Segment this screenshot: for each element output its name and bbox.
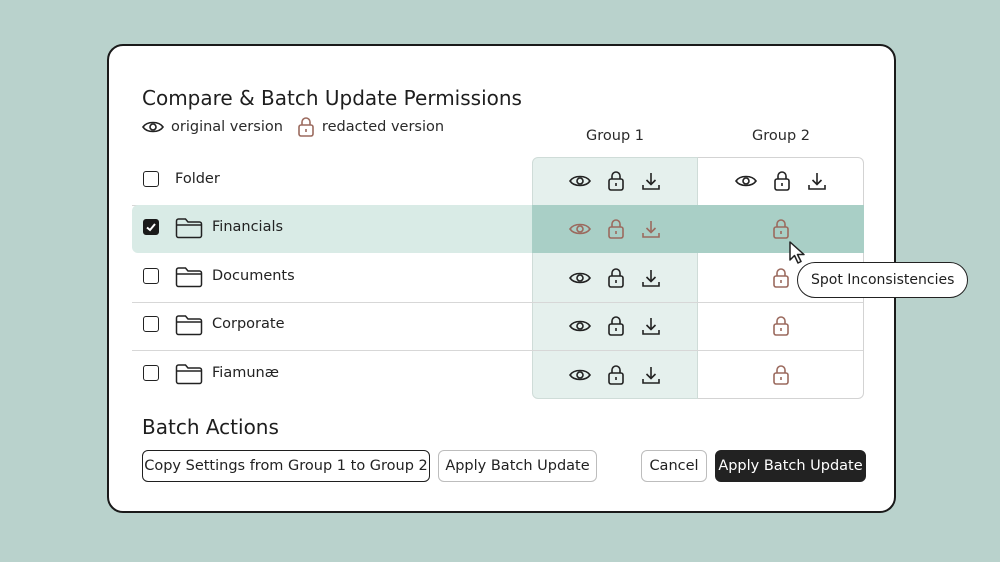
group2-cell-selected (698, 205, 864, 253)
permissions-dialog: Compare & Batch Update Permissions origi… (107, 44, 896, 513)
apply-batch-update-button[interactable]: Apply Batch Update (715, 450, 866, 482)
group1-cell-selected (532, 205, 698, 253)
lock-icon[interactable] (607, 218, 625, 240)
legend-original-label: original version (171, 119, 283, 135)
row-label: Fiamunæ (212, 365, 279, 381)
dialog-title: Compare & Batch Update Permissions (142, 86, 522, 110)
row-checkbox[interactable] (143, 268, 159, 284)
lock-icon[interactable] (773, 170, 791, 192)
lock-icon[interactable] (772, 315, 790, 337)
cancel-button[interactable]: Cancel (641, 450, 707, 482)
folder-icon (175, 315, 203, 336)
download-icon[interactable] (641, 268, 661, 288)
eye-icon[interactable] (735, 174, 757, 188)
download-icon[interactable] (807, 171, 827, 191)
eye-icon[interactable] (569, 271, 591, 285)
row-checkbox[interactable] (143, 171, 159, 187)
folder-icon (175, 267, 203, 288)
lock-icon (298, 117, 314, 137)
folder-icon (175, 218, 203, 239)
lock-icon[interactable] (772, 364, 790, 386)
lock-icon[interactable] (772, 267, 790, 289)
folder-icon (175, 364, 203, 385)
group1-cell (532, 302, 698, 350)
eye-icon (142, 121, 164, 133)
apply-batch-update-secondary-button[interactable]: Apply Batch Update (438, 450, 597, 482)
group1-cell (532, 351, 698, 399)
group2-header: Group 2 (752, 128, 810, 144)
lock-icon[interactable] (772, 218, 790, 240)
legend-redacted-label: redacted version (321, 119, 445, 135)
lock-icon[interactable] (607, 267, 625, 289)
row-label: Documents (212, 268, 295, 284)
group1-cell (532, 157, 698, 205)
copy-settings-button[interactable]: Copy Settings from Group 1 to Group 2 (142, 450, 430, 482)
row-label: Financials (212, 219, 284, 235)
batch-actions-title: Batch Actions (142, 415, 279, 439)
eye-icon[interactable] (569, 174, 591, 188)
eye-icon[interactable] (569, 368, 591, 382)
row-checkbox[interactable] (143, 365, 159, 381)
download-icon[interactable] (641, 171, 661, 191)
group2-cell (698, 302, 864, 350)
row-label: Corporate (212, 316, 285, 332)
group2-cell (698, 157, 864, 205)
row-checkbox[interactable] (143, 316, 159, 332)
download-icon[interactable] (641, 365, 661, 385)
spot-inconsistencies-tooltip: Spot Inconsistencies (797, 262, 969, 298)
legend: original version redacted version (142, 116, 458, 138)
row-label: Folder (175, 171, 220, 187)
checkmark-icon (146, 223, 156, 232)
lock-icon[interactable] (607, 170, 625, 192)
legend-redacted: redacted version (297, 116, 444, 138)
group1-header: Group 1 (586, 128, 644, 144)
group2-cell (698, 351, 864, 399)
mouse-cursor-icon (789, 241, 805, 264)
lock-icon[interactable] (607, 315, 625, 337)
download-icon[interactable] (641, 316, 661, 336)
lock-icon[interactable] (607, 364, 625, 386)
row-checkbox[interactable] (143, 219, 159, 235)
eye-icon[interactable] (569, 222, 591, 236)
download-icon[interactable] (641, 219, 661, 239)
legend-original: original version (142, 119, 283, 135)
group1-cell (532, 254, 698, 302)
eye-icon[interactable] (569, 319, 591, 333)
